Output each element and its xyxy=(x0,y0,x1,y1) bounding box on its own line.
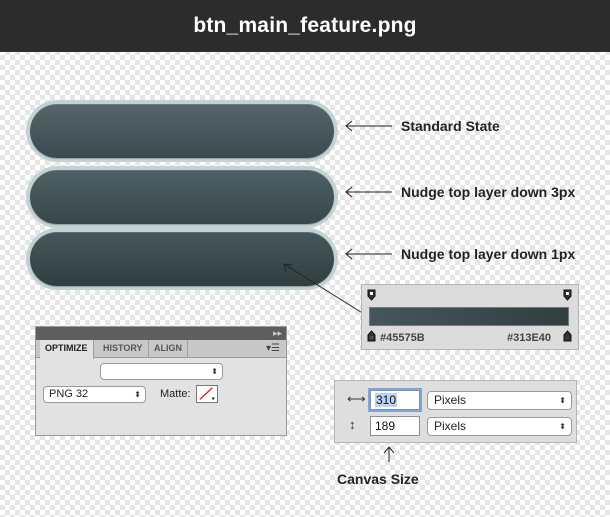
matte-label: Matte: xyxy=(160,388,191,400)
panel-tabs: OPTIMIZE HISTORY ALIGN ▾☰ xyxy=(36,340,286,359)
format-select[interactable]: PNG 32 ⬍ xyxy=(43,386,146,403)
height-unit-select[interactable]: Pixels ⬍ xyxy=(427,417,572,436)
width-unit-select[interactable]: Pixels ⬍ xyxy=(427,391,572,410)
height-icon: ↕ xyxy=(349,417,356,432)
label-standard-state: Standard State xyxy=(401,118,500,134)
left-hex-value: #45575B xyxy=(380,332,425,344)
height-input[interactable]: 189 xyxy=(370,416,420,436)
collapse-icon[interactable]: ▸▸ xyxy=(36,327,286,340)
label-nudge-3px: Nudge top layer down 3px xyxy=(401,184,576,200)
gradient-bar xyxy=(369,307,569,326)
label-nudge-1px: Nudge top layer down 1px xyxy=(401,246,576,262)
select-arrow-icon: ⬍ xyxy=(559,396,566,405)
tab-optimize[interactable]: OPTIMIZE xyxy=(40,340,94,359)
width-value: 310 xyxy=(375,393,398,407)
width-icon: ⟷ xyxy=(347,391,366,406)
label-canvas-size: Canvas Size xyxy=(337,471,419,487)
arrow-gradient xyxy=(283,263,365,315)
color-stop-left[interactable] xyxy=(367,330,376,342)
select-arrow-icon: ⬍ xyxy=(211,367,218,376)
canvas-size-panel: ⟷ 310 Pixels ⬍ ↕ 189 Pixels ⬍ xyxy=(334,380,577,443)
optimize-panel: ▸▸ OPTIMIZE HISTORY ALIGN ▾☰ ⬍ PNG 32 ⬍ … xyxy=(35,326,287,436)
tab-history[interactable]: HISTORY xyxy=(98,340,149,358)
right-hex-value: #313E40 xyxy=(507,332,552,344)
height-unit: Pixels xyxy=(434,419,467,433)
tab-align[interactable]: ALIGN xyxy=(149,340,188,358)
gradient-editor: #45575B #313E40 xyxy=(361,284,579,350)
height-value: 189 xyxy=(375,419,396,433)
matte-swatch[interactable] xyxy=(196,385,218,403)
select-arrow-icon: ⬍ xyxy=(559,422,566,431)
format-value: PNG 32 xyxy=(49,388,89,400)
panel-menu-icon[interactable]: ▾☰ xyxy=(266,343,280,354)
color-stop-right[interactable] xyxy=(563,330,572,342)
opacity-stop-right[interactable] xyxy=(563,289,572,301)
preset-select[interactable]: ⬍ xyxy=(100,363,223,380)
width-input[interactable]: 310 xyxy=(370,390,420,410)
width-unit: Pixels xyxy=(434,393,467,407)
select-arrow-icon: ⬍ xyxy=(134,390,141,399)
opacity-stop-left[interactable] xyxy=(367,289,376,301)
